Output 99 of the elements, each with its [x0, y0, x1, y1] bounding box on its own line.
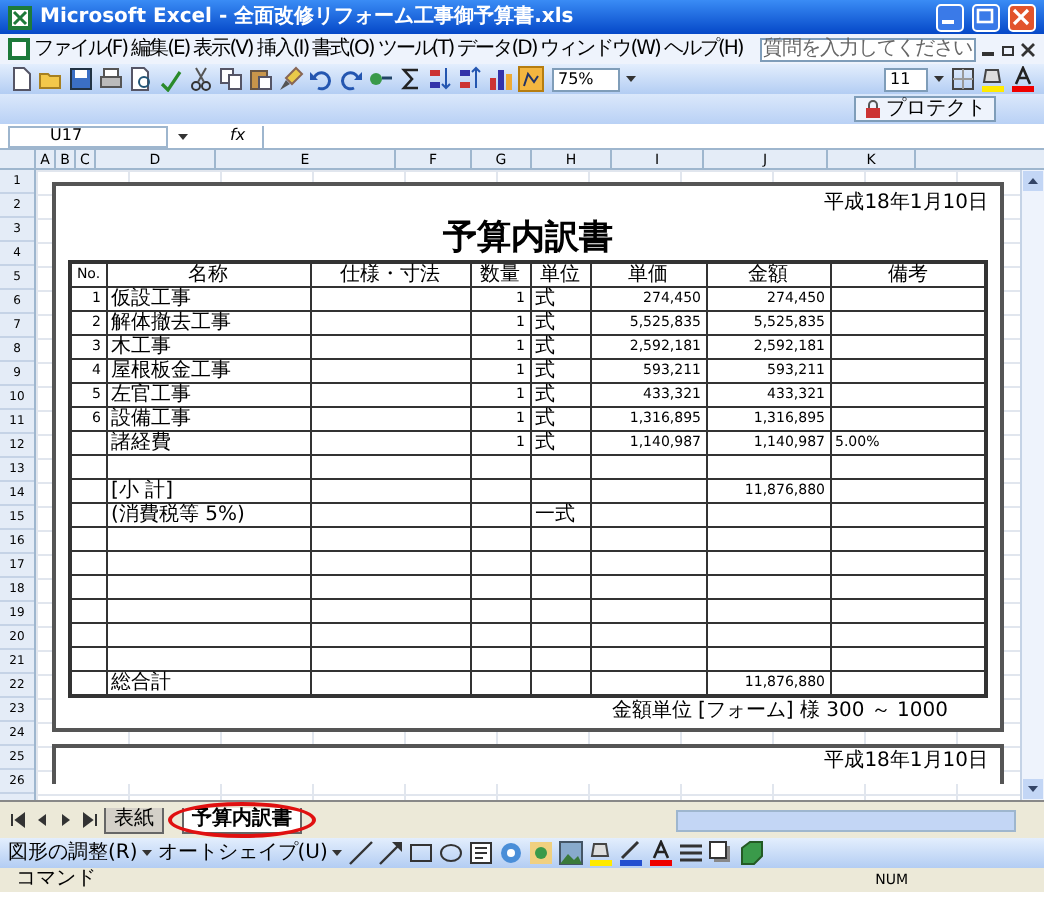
toolbar-menu-button[interactable]: 図形の調整(R)	[8, 843, 154, 863]
printer-icon[interactable]	[98, 66, 124, 92]
rectangle-icon[interactable]	[407, 840, 434, 866]
chart-icon[interactable]	[488, 66, 514, 92]
scroll-down-icon[interactable]	[1022, 778, 1044, 800]
text-box-icon[interactable]	[467, 840, 494, 866]
table-cell: 式	[530, 335, 590, 359]
table-cell: [小 計]	[106, 479, 310, 503]
column-header: 単位	[530, 262, 590, 287]
table-cell: 左官工事	[106, 383, 310, 407]
lines-icon[interactable]	[677, 840, 704, 866]
footer-note: 金額単位 [フォーム] 様 300 ～ 1000	[611, 698, 948, 724]
document-icon[interactable]	[8, 38, 30, 60]
fill-color-icon[interactable]	[980, 66, 1006, 92]
help-search-field[interactable]: 質問を入力してください	[759, 37, 976, 61]
picture-icon[interactable]	[557, 840, 584, 866]
table-cell: 仮設工事	[106, 287, 310, 311]
save-icon[interactable]	[68, 66, 94, 92]
table-cell: 設備工事	[106, 407, 310, 431]
print-preview-icon[interactable]	[128, 66, 154, 92]
fill-color-icon[interactable]	[587, 840, 614, 866]
scroll-up-icon[interactable]	[1022, 170, 1044, 192]
maximize-button[interactable]	[972, 3, 1000, 31]
menu-item[interactable]: ファイル(F)	[34, 39, 128, 59]
close-button[interactable]	[1008, 3, 1036, 31]
table-cell: 木工事	[106, 335, 310, 359]
paste-icon[interactable]	[248, 66, 274, 92]
table-cell: 解体撤去工事	[106, 311, 310, 335]
table-cell: 式	[530, 287, 590, 311]
close-icon[interactable]	[1020, 41, 1036, 57]
dropdown-arrow-icon[interactable]	[624, 74, 638, 84]
menu-item[interactable]: 表示(V)	[193, 39, 253, 59]
table-cell: 諸経費	[106, 431, 310, 455]
menu-item[interactable]: 書式(O)	[312, 39, 374, 59]
table-cell: 式	[530, 383, 590, 407]
column-header: 単価	[590, 262, 706, 287]
table-cell: 屋根板金工事	[106, 359, 310, 383]
dropdown-arrow-icon[interactable]	[176, 131, 190, 141]
arrow-icon[interactable]	[377, 840, 404, 866]
name-box[interactable]: U17	[8, 125, 168, 147]
undo-icon[interactable]	[308, 66, 334, 92]
document-title: 予算内訳書	[443, 221, 613, 255]
drawing-icon[interactable]	[518, 66, 544, 92]
spelling-icon[interactable]	[158, 66, 184, 92]
sort-ascending-icon[interactable]	[428, 66, 454, 92]
last-sheet-icon[interactable]	[80, 810, 100, 830]
table-cell: 式	[530, 431, 590, 455]
column-header: 仕様・寸法	[310, 262, 470, 287]
table-cell: 式	[530, 359, 590, 383]
dropdown-arrow-icon[interactable]	[329, 848, 344, 858]
toolbar-menu-button[interactable]: オートシェイプ(U)	[157, 843, 344, 863]
date-text: 平成18年1月10日	[824, 190, 988, 216]
font-size-box[interactable]: 11	[884, 67, 928, 91]
vertical-scrollbar[interactable]	[1020, 170, 1044, 800]
table-cell: (消費税等 5%)	[106, 503, 310, 527]
table-cell: 一式	[530, 503, 590, 527]
column-header: 備考	[830, 262, 986, 287]
menu-item[interactable]: ツール(T)	[377, 39, 454, 59]
sum-icon[interactable]	[398, 66, 424, 92]
first-sheet-icon[interactable]	[8, 810, 28, 830]
menu-item[interactable]: 挿入(I)	[256, 39, 309, 59]
oval-icon[interactable]	[437, 840, 464, 866]
spreadsheet-icon	[8, 5, 32, 29]
brush-icon[interactable]	[278, 66, 304, 92]
menu-item[interactable]: データ(D)	[457, 39, 537, 59]
status-text: コマンド	[16, 870, 96, 890]
column-header: 名称	[106, 262, 310, 287]
font-color-icon[interactable]	[647, 840, 674, 866]
redo-icon[interactable]	[338, 66, 364, 92]
line-color-icon[interactable]	[617, 840, 644, 866]
line-icon[interactable]	[347, 840, 374, 866]
table-cell: 式	[530, 407, 590, 431]
horizontal-scrollbar[interactable]	[676, 809, 1016, 831]
zoom-box[interactable]: 75%	[552, 67, 620, 91]
column-header: 金額	[706, 262, 830, 287]
column-header: 数量	[470, 262, 530, 287]
dropdown-arrow-icon[interactable]	[139, 848, 154, 858]
date-text: 平成18年1月10日	[824, 748, 988, 776]
sort-descending-icon[interactable]	[458, 66, 484, 92]
cut-icon[interactable]	[188, 66, 214, 92]
lock-icon	[864, 100, 882, 118]
insert-function-button[interactable]: fx	[230, 128, 246, 144]
sheet-tab[interactable]: 予算内訳書	[182, 807, 302, 833]
table-cell: 式	[530, 311, 590, 335]
sheet-tab[interactable]: 表紙	[104, 807, 164, 833]
clipart-icon[interactable]	[527, 840, 554, 866]
menu-item[interactable]: ヘルプ(H)	[663, 39, 743, 59]
copy-icon[interactable]	[218, 66, 244, 92]
restore-icon[interactable]	[1000, 41, 1016, 57]
table-cell: 総合計	[106, 671, 310, 696]
dropdown-arrow-icon[interactable]	[932, 74, 946, 84]
menu-item[interactable]: 編集(E)	[131, 39, 190, 59]
font-color-icon[interactable]	[1010, 66, 1036, 92]
menu-item[interactable]: ウィンドウ(W)	[540, 39, 660, 59]
border-icon[interactable]	[950, 66, 976, 92]
window-title: Microsoft Excel - 全面改修リフォーム工事御予算書.xls	[40, 7, 574, 27]
protect-button[interactable]: プロテクト	[854, 96, 996, 122]
minimize-button[interactable]	[936, 3, 964, 31]
shadow-icon[interactable]	[707, 840, 734, 866]
